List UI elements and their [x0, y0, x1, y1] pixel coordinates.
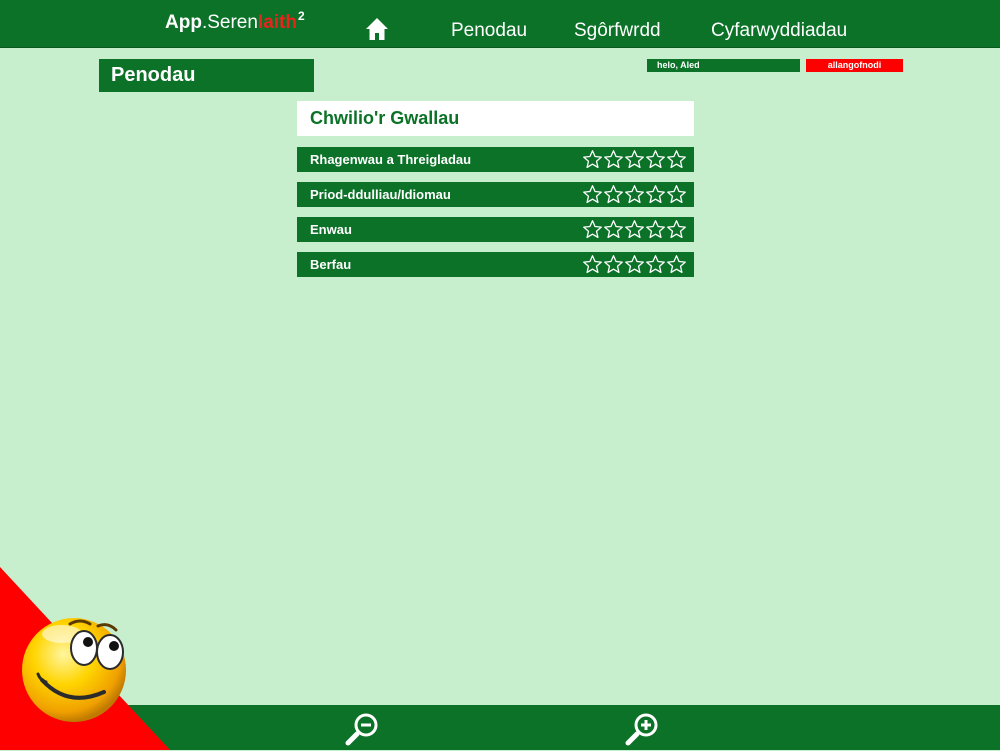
star-icon — [646, 220, 665, 239]
page-title: Penodau — [99, 59, 314, 92]
star-icon — [667, 150, 686, 169]
brand-iaith: Iaith — [257, 12, 297, 33]
star-icon — [583, 150, 602, 169]
chapter-label: Priod-ddulliau/Idiomau — [310, 187, 451, 202]
brand-app: App — [165, 12, 202, 33]
chapter-label: Berfau — [310, 257, 352, 272]
nav-sgorfwrdd[interactable]: Sgôrfwrdd — [574, 20, 661, 42]
star-icon — [583, 185, 602, 204]
home-icon[interactable] — [365, 17, 389, 41]
top-nav-bar: App.SerenIaith2 Penodau Sgôrfwrdd Cyfarw… — [0, 0, 1000, 48]
chapter-item[interactable]: Rhagenwau a Threigladau — [297, 147, 694, 172]
nav-penodau[interactable]: Penodau — [451, 20, 527, 42]
chapter-label: Enwau — [310, 222, 352, 237]
star-icon — [646, 185, 665, 204]
star-icon — [604, 220, 623, 239]
star-rating — [582, 184, 687, 205]
zoom-out-glyph — [345, 713, 378, 746]
zoom-out-icon[interactable] — [345, 712, 379, 746]
star-icon — [604, 185, 623, 204]
star-icon — [604, 255, 623, 274]
section-title: Chwilio'r Gwallau — [297, 101, 694, 136]
app-logo[interactable]: App.SerenIaith2 — [165, 9, 305, 34]
star-icon — [604, 150, 623, 169]
chapter-item[interactable]: Berfau — [297, 252, 694, 277]
zoom-in-icon[interactable] — [625, 712, 659, 746]
zoom-in-glyph — [625, 713, 658, 746]
chapter-label: Rhagenwau a Threigladau — [310, 152, 472, 167]
star-icon — [625, 220, 644, 239]
star-icon — [667, 220, 686, 239]
star-rating — [582, 149, 687, 170]
star-icon — [625, 185, 644, 204]
star-icon — [646, 255, 665, 274]
home-icon-glyph — [366, 18, 388, 40]
logout-button[interactable]: allangofnodi — [806, 59, 903, 72]
smiley-icon — [22, 618, 126, 722]
star-rating — [582, 254, 687, 275]
brand-superscript: 2 — [297, 9, 305, 23]
chapter-item[interactable]: Enwau — [297, 217, 694, 242]
star-icon — [667, 185, 686, 204]
brand-seren: Seren — [207, 12, 258, 33]
star-icon — [583, 255, 602, 274]
user-greeting: helo, Aled — [647, 59, 800, 72]
star-icon — [646, 150, 665, 169]
star-icon — [625, 255, 644, 274]
star-icon — [667, 255, 686, 274]
nav-cyfarwyddiadau[interactable]: Cyfarwyddiadau — [711, 20, 847, 42]
chapter-item[interactable]: Priod-ddulliau/Idiomau — [297, 182, 694, 207]
star-icon — [625, 150, 644, 169]
star-icon — [583, 220, 602, 239]
star-rating — [582, 219, 687, 240]
